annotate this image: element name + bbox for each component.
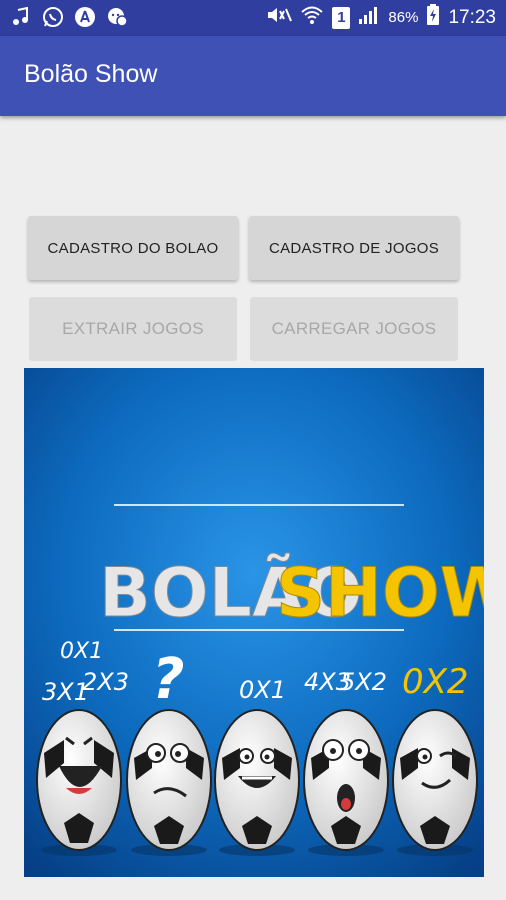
score-label: 0X1: [239, 676, 286, 704]
sim-icon: 1: [332, 6, 351, 29]
app-title: Bolão Show: [24, 60, 158, 88]
chat-icon: [106, 6, 128, 28]
battery-percent: 86%: [388, 9, 419, 26]
signal-icon: [358, 5, 380, 30]
app-bar: Bolão Show: [0, 36, 506, 116]
score-label: 2X3: [82, 668, 129, 696]
score-label: 5X2: [340, 668, 387, 696]
score-label: 0X2: [402, 662, 469, 702]
battery-icon: [426, 4, 440, 31]
clock: 17:23: [448, 6, 496, 28]
banner-title-show: SHOW: [276, 554, 484, 633]
sim-slot-label: 1: [337, 9, 346, 26]
notification-icons: [10, 6, 128, 28]
mute-icon: [266, 5, 293, 30]
cadastro-de-jogos-button[interactable]: CADASTRO DE JOGOS: [249, 216, 459, 280]
acrobat-icon: [74, 6, 96, 28]
extrair-jogos-button[interactable]: EXTRAIR JOGOS: [29, 297, 237, 361]
status-bar: 1 86% 17:23: [0, 0, 506, 36]
wifi-icon: [300, 5, 324, 30]
audio-icon: [10, 6, 32, 28]
bolao-show-banner: BOLÃO SHOW 0X1 3X1 2X3 ? 0X1 4X3 5X2 0X2: [24, 368, 484, 877]
carregar-jogos-button[interactable]: CARREGAR JOGOS: [250, 297, 458, 361]
score-label: 0X1: [60, 639, 103, 664]
system-status: 1 86% 17:23: [266, 4, 496, 31]
whatsapp-icon: [42, 6, 64, 28]
cadastro-do-bolao-button[interactable]: CADASTRO DO BOLAO: [28, 216, 238, 280]
score-label: ?: [152, 647, 184, 712]
